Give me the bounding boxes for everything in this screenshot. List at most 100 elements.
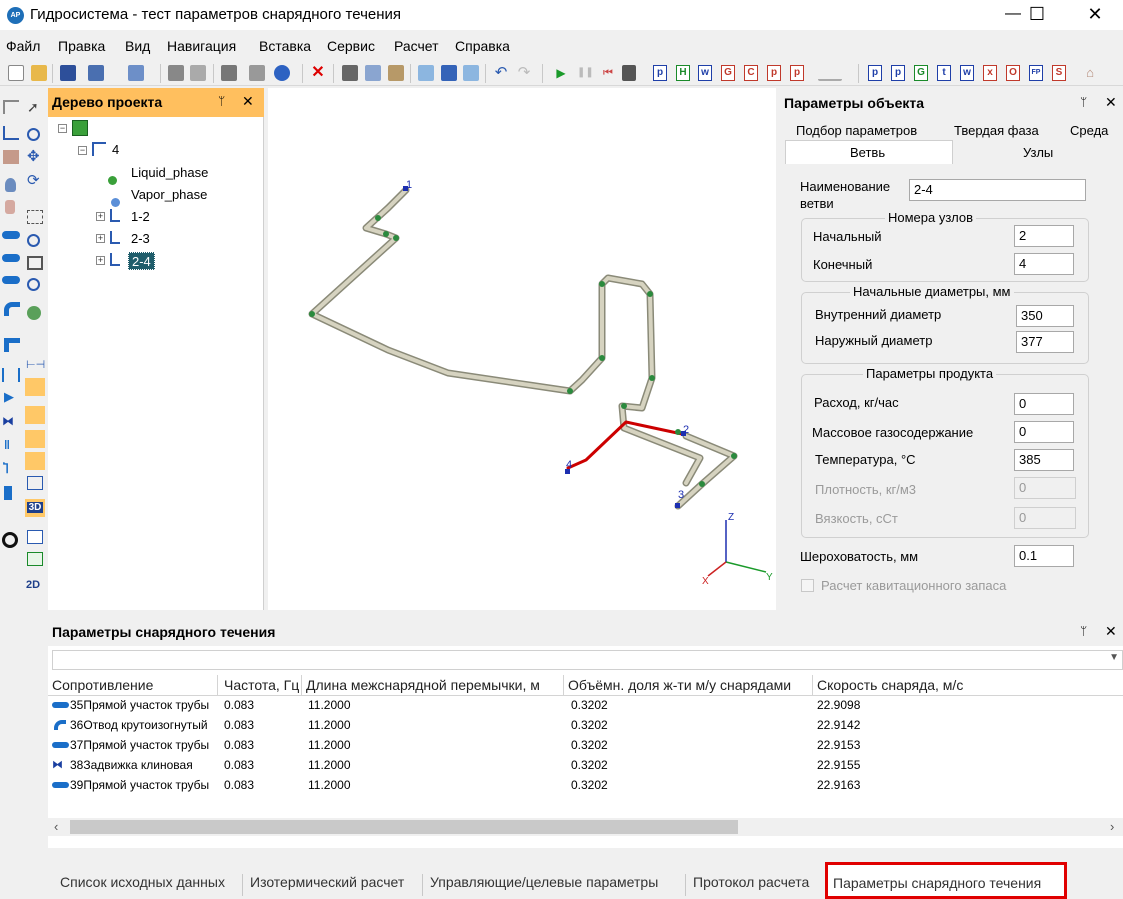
tab-isothermal[interactable]: Изотермический расчет [250,874,404,890]
node-tool-icon[interactable] [418,65,434,81]
tree-item-root[interactable]: 4 [112,141,119,159]
report-h-icon[interactable]: H [676,65,690,81]
report-p-icon[interactable]: p [653,65,667,81]
report2-p2-icon[interactable]: p [891,65,905,81]
nozzle-tool-icon[interactable] [2,276,20,284]
reducer-tool-icon[interactable] [2,254,20,262]
horizontal-scrollbar[interactable]: ‹ › [48,818,1123,836]
flange-tool-icon[interactable] [2,368,20,382]
tab-control-params[interactable]: Управляющие/целевые параметры [430,874,658,890]
gate-valve-tool-icon[interactable]: ⧓ [2,414,18,428]
close-icon[interactable]: ✕ [242,93,254,110]
report2-g-icon[interactable]: G [914,65,928,81]
open-folder-icon[interactable] [31,65,47,81]
flow-field[interactable]: 0 [1014,393,1074,415]
tab-slug-flow-active[interactable]: Параметры снарядного течения [825,862,1067,899]
undo-icon[interactable]: ↶ [493,65,509,81]
tree-item-2-3[interactable]: 2-3 [131,230,150,248]
chart-icon[interactable] [818,65,842,81]
tools-icon[interactable] [249,65,265,81]
cavitation-checkbox[interactable] [801,579,814,592]
column-header-liquid-fraction[interactable]: Объёмн. доля ж-ти м/у снарядами [564,675,813,695]
scrollbar-thumb[interactable] [70,820,738,834]
maximize-button[interactable]: ☐ [1014,0,1060,30]
tab-medium[interactable]: Среда [1070,123,1108,138]
pump-tool-icon[interactable] [4,486,12,500]
branch-tool-icon[interactable] [3,100,19,114]
column-header-slug-speed[interactable]: Скорость снаряда, м/с [813,675,1123,695]
menu-calculation[interactable]: Расчет [394,38,439,54]
dimension-icon[interactable]: ⊢⊣ [26,358,45,372]
print-icon[interactable] [168,65,184,81]
redo-icon[interactable]: ↷ [516,65,532,81]
cut-icon[interactable] [342,65,358,81]
inner-diameter-field[interactable]: 350 [1016,305,1074,327]
tree-item-liquid-phase[interactable]: Liquid_phase [131,164,208,182]
step-back-icon[interactable]: ⏮ [600,65,616,81]
tab-solid-phase[interactable]: Твердая фаза [954,123,1039,138]
view-2d-icon[interactable]: 2D [26,578,42,592]
layers-icon[interactable] [27,476,43,490]
tab-param-selection[interactable]: Подбор параметров [796,123,917,138]
close-icon[interactable]: ✕ [1105,623,1117,640]
new-file-icon[interactable] [8,65,24,81]
menu-navigation[interactable]: Навигация [167,38,236,54]
tee-tool-icon[interactable] [4,338,20,352]
report2-w-icon[interactable]: w [960,65,974,81]
flask-tool-icon[interactable] [5,178,16,192]
pipe-tool-icon[interactable] [3,126,19,140]
end-node-field[interactable]: 4 [1014,253,1074,275]
snap-node-icon[interactable] [25,406,45,424]
view-3d-icon[interactable]: 3D [25,499,45,517]
menu-edit[interactable]: Правка [58,38,105,54]
zoom-out-icon[interactable] [27,278,40,291]
pause-icon[interactable]: ❚❚ [577,65,594,81]
row-3-name[interactable]: 37Прямой участок трубы [70,735,209,755]
scroll-left-icon[interactable]: ‹ [54,819,58,834]
report-w-icon[interactable]: w [698,65,712,81]
pin-icon[interactable]: ᛘ [1080,95,1087,109]
report2-s-icon[interactable]: S [1052,65,1066,81]
check-valve-tool-icon[interactable]: ▶ [4,390,20,404]
tab-nodes[interactable]: Узлы [1023,145,1053,160]
expand-2-4-icon[interactable]: + [96,256,105,265]
report2-fp-icon[interactable]: FP [1029,65,1043,81]
start-node-field[interactable]: 2 [1014,225,1074,247]
roughness-field[interactable]: 0.1 [1014,545,1074,567]
snap-midpoint-icon[interactable] [25,452,45,470]
menu-service[interactable]: Сервис [327,38,375,54]
row-4-name[interactable]: 38Задвижка клиновая [70,755,193,775]
column-header-resistance[interactable]: Сопротивление [48,675,218,695]
globe-icon[interactable] [27,306,41,320]
calculator-icon[interactable] [88,65,104,81]
filter-tool-icon[interactable]: ǁ [4,438,20,452]
menu-file[interactable]: Файл [6,38,40,54]
heat-exchanger-tool-icon[interactable]: Ⴈ [3,462,19,476]
doc-chart-icon[interactable] [27,530,43,544]
tab-source-data[interactable]: Список исходных данных [60,874,225,890]
snap-edge-icon[interactable] [25,430,45,448]
close-button[interactable]: ✕ [1072,0,1118,30]
menu-view[interactable]: Вид [125,38,150,54]
copy-icon[interactable] [365,65,381,81]
tree-item-1-2[interactable]: 1-2 [131,208,150,226]
doc-refresh-icon[interactable] [27,552,43,566]
ruler-icon[interactable] [25,378,45,396]
zoom-window-icon[interactable] [27,210,43,224]
outer-diameter-field[interactable]: 377 [1016,331,1074,353]
report-p2-icon[interactable]: p [767,65,781,81]
collapse-root-icon[interactable]: − [58,124,67,133]
paste-icon[interactable] [388,65,404,81]
window-icon[interactable] [128,65,144,81]
expand-1-2-icon[interactable]: + [96,212,105,221]
report2-t-icon[interactable]: t [937,65,951,81]
report2-o-icon[interactable]: O [1006,65,1020,81]
row-5-name[interactable]: 39Прямой участок трубы [70,775,209,795]
expand-2-3-icon[interactable]: + [96,234,105,243]
zoom-in-icon[interactable] [27,234,40,247]
column-header-bridge-length[interactable]: Длина межснарядной перемычки, м [302,675,564,695]
tab-branch[interactable]: Ветвь [850,145,885,160]
straight-pipe-tool-icon[interactable] [2,231,20,239]
fit-view-icon[interactable] [27,256,43,270]
report-c-icon[interactable]: C [744,65,758,81]
